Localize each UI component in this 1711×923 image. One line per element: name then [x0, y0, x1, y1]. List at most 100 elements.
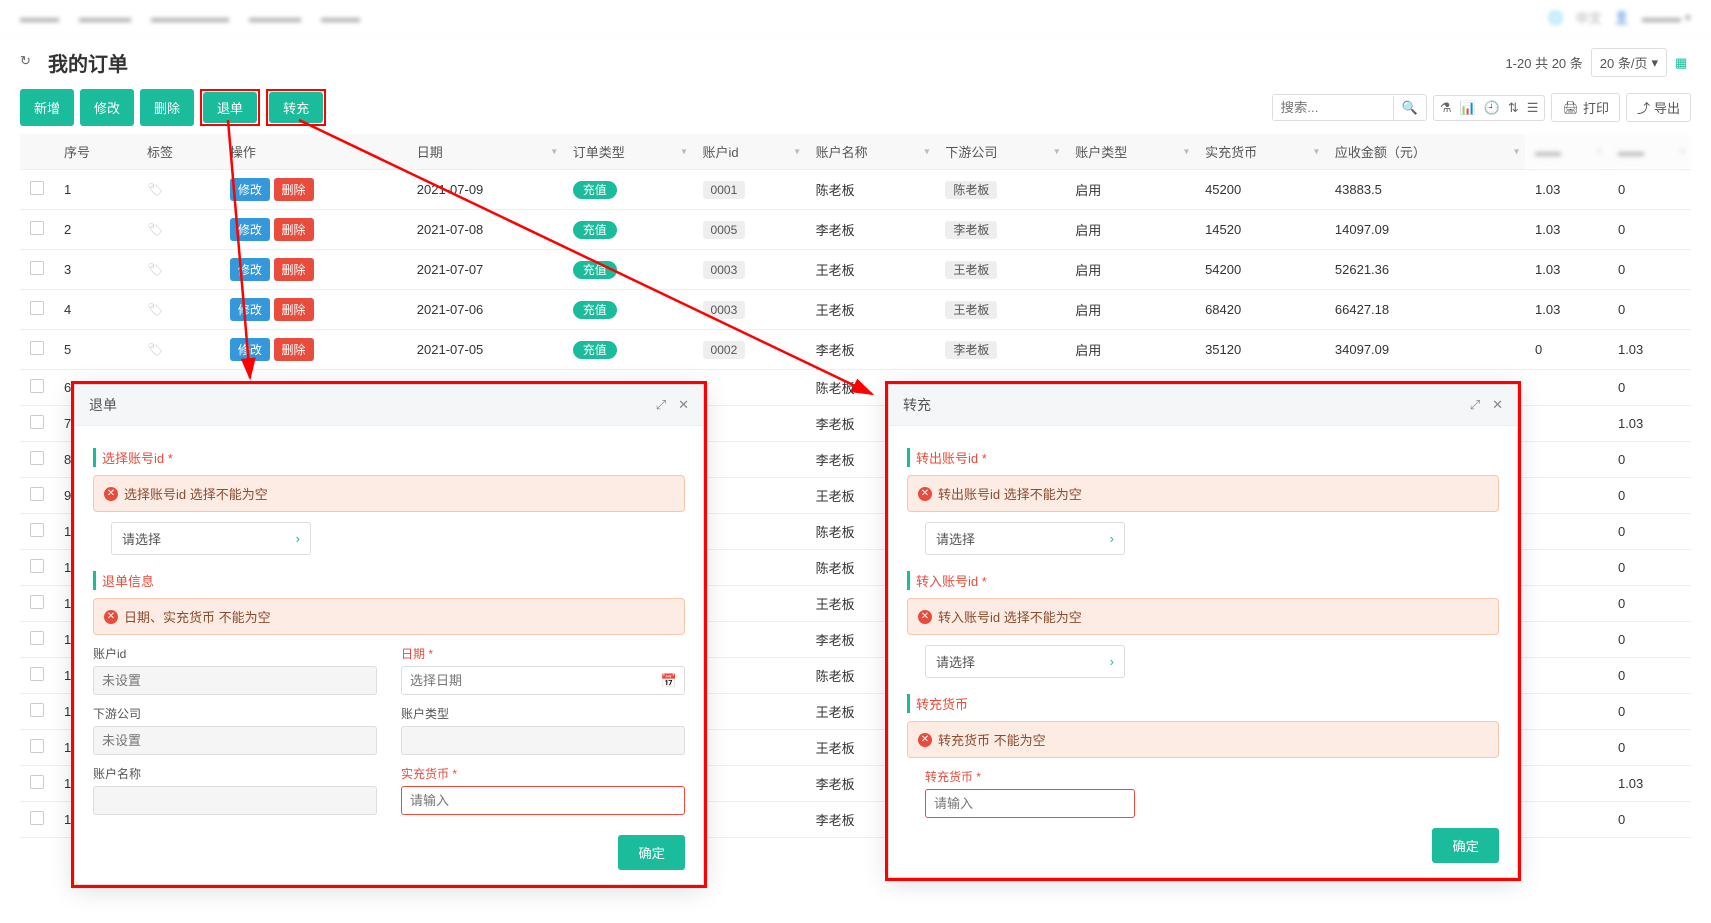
- row-checkbox[interactable]: [30, 379, 44, 393]
- row-delete-button[interactable]: 删除: [274, 178, 314, 201]
- row-delete-button[interactable]: 删除: [274, 258, 314, 281]
- row-checkbox[interactable]: [30, 221, 44, 235]
- sort-icon[interactable]: ⇅: [1508, 100, 1519, 116]
- company-badge: 王老板: [945, 261, 997, 279]
- company-badge: 李老板: [945, 221, 997, 239]
- tag-icon[interactable]: 🏷: [147, 182, 164, 197]
- row-checkbox[interactable]: [30, 341, 44, 355]
- ok-button[interactable]: 确定: [1432, 828, 1499, 863]
- row-checkbox[interactable]: [30, 775, 44, 789]
- refresh-icon[interactable]: ↻: [20, 53, 40, 73]
- row-checkbox[interactable]: [30, 523, 44, 537]
- row-delete-button[interactable]: 删除: [274, 338, 314, 361]
- account-id-badge: 0001: [703, 181, 746, 199]
- row-checkbox[interactable]: [30, 595, 44, 609]
- close-icon[interactable]: ✕: [1492, 397, 1503, 413]
- delete-button[interactable]: 删除: [140, 89, 194, 126]
- add-button[interactable]: 新增: [20, 89, 74, 126]
- tag-icon[interactable]: 🏷: [147, 262, 164, 277]
- row-checkbox[interactable]: [30, 631, 44, 645]
- table-row: 3 🏷 修改 删除 2021-07-07 充值 0003 王老板 王老板 启用 …: [20, 250, 1691, 290]
- account-type-field: [401, 726, 685, 755]
- account-select[interactable]: 请选择›: [111, 522, 311, 555]
- list-icon[interactable]: ☰: [1527, 100, 1539, 116]
- row-checkbox[interactable]: [30, 451, 44, 465]
- dialog-title: 退单: [89, 395, 117, 415]
- section-transfer-currency: 转充货币: [907, 694, 1499, 713]
- table-row: 1 🏷 修改 删除 2021-07-09 充值 0001 陈老板 陈老板 启用 …: [20, 170, 1691, 210]
- error-banner: ✕ 转充货币 不能为空: [907, 721, 1499, 758]
- row-checkbox[interactable]: [30, 739, 44, 753]
- grid-view-icon[interactable]: ▦: [1675, 55, 1691, 71]
- export-button[interactable]: ⤴ 导出: [1626, 93, 1691, 122]
- row-checkbox[interactable]: [30, 667, 44, 681]
- row-edit-button[interactable]: 修改: [230, 218, 270, 241]
- close-icon[interactable]: ✕: [678, 397, 689, 413]
- row-checkbox[interactable]: [30, 703, 44, 717]
- row-checkbox[interactable]: [30, 261, 44, 275]
- chevron-down-icon[interactable]: ▾: [924, 146, 929, 157]
- search-input[interactable]: [1273, 95, 1393, 120]
- row-checkbox[interactable]: [30, 559, 44, 573]
- table-header-row: 序号 标签 操作 日期▾ 订单类型▾ 账户id▾ 账户名称▾ 下游公司▾ 账户类…: [20, 134, 1691, 170]
- calendar-icon[interactable]: 📅: [661, 673, 677, 689]
- tag-icon[interactable]: 🏷: [147, 302, 164, 317]
- refund-button[interactable]: 退单: [203, 92, 257, 123]
- modify-button[interactable]: 修改: [80, 89, 134, 126]
- row-checkbox[interactable]: [30, 415, 44, 429]
- row-checkbox[interactable]: [30, 181, 44, 195]
- chevron-down-icon[interactable]: ▾: [552, 146, 557, 157]
- currency-field[interactable]: [401, 786, 685, 815]
- row-delete-button[interactable]: 删除: [274, 218, 314, 241]
- tag-icon[interactable]: 🏷: [147, 342, 164, 357]
- transfer-dialog: 转充 ⤢ ✕ 转出账号id * ✕ 转出账号id 选择不能为空 请选择› 转入账…: [888, 384, 1518, 878]
- filter-icon[interactable]: ⚗: [1440, 100, 1452, 116]
- out-account-select[interactable]: 请选择›: [925, 522, 1125, 555]
- error-icon: ✕: [918, 733, 932, 747]
- globe-icon: 🌐: [1547, 10, 1563, 26]
- order-type-badge: 充值: [573, 261, 617, 279]
- page-title: 我的订单: [48, 48, 128, 77]
- order-type-badge: 充值: [573, 341, 617, 359]
- chart-icon[interactable]: 📊: [1460, 100, 1476, 116]
- chevron-down-icon[interactable]: ▾: [1314, 146, 1319, 157]
- ok-button[interactable]: 确定: [618, 835, 685, 870]
- chevron-right-icon: ›: [1110, 654, 1114, 669]
- tag-icon[interactable]: 🏷: [147, 222, 164, 237]
- chevron-down-icon[interactable]: ▾: [1054, 146, 1059, 157]
- expand-icon[interactable]: ⤢: [656, 397, 666, 413]
- row-checkbox[interactable]: [30, 301, 44, 315]
- row-index: 4: [54, 290, 137, 330]
- row-edit-button[interactable]: 修改: [230, 338, 270, 361]
- chevron-down-icon[interactable]: ▾: [795, 146, 800, 157]
- row-checkbox[interactable]: [30, 811, 44, 825]
- row-index: 5: [54, 330, 137, 370]
- account-id-badge: 0003: [703, 261, 746, 279]
- per-page-select[interactable]: 20 条/页▾: [1591, 48, 1667, 77]
- section-select-account: 选择账号id *: [93, 448, 685, 467]
- history-icon[interactable]: 🕘: [1484, 100, 1500, 116]
- label-account-type: 账户类型: [401, 705, 685, 722]
- company-badge: 王老板: [945, 301, 997, 319]
- row-edit-button[interactable]: 修改: [230, 298, 270, 321]
- row-edit-button[interactable]: 修改: [230, 258, 270, 281]
- date-field[interactable]: [401, 666, 685, 695]
- label-currency: 实充货币 *: [401, 765, 685, 782]
- expand-icon[interactable]: ⤢: [1470, 397, 1480, 413]
- table-row: 4 🏷 修改 删除 2021-07-06 充值 0003 王老板 王老板 启用 …: [20, 290, 1691, 330]
- chevron-down-icon[interactable]: ▾: [1184, 146, 1189, 157]
- transfer-currency-field[interactable]: [925, 789, 1135, 818]
- lang-label[interactable]: 中文: [1576, 8, 1602, 27]
- chevron-down-icon[interactable]: ▾: [1514, 146, 1519, 157]
- avatar-icon[interactable]: 👤: [1614, 10, 1630, 26]
- in-account-select[interactable]: 请选择›: [925, 645, 1125, 678]
- row-delete-button[interactable]: 删除: [274, 298, 314, 321]
- transfer-button[interactable]: 转充: [269, 92, 323, 123]
- top-nav: ▬▬▬▬▬▬▬▬▬▬▬▬▬▬▬▬▬▬▬▬ 🌐 中文 👤 ▬▬▬ ▾: [0, 0, 1711, 36]
- row-checkbox[interactable]: [30, 487, 44, 501]
- print-button[interactable]: 🖨 打印: [1551, 93, 1620, 122]
- search-icon[interactable]: 🔍: [1393, 96, 1426, 120]
- row-index: 2: [54, 210, 137, 250]
- row-edit-button[interactable]: 修改: [230, 178, 270, 201]
- chevron-down-icon[interactable]: ▾: [682, 146, 687, 157]
